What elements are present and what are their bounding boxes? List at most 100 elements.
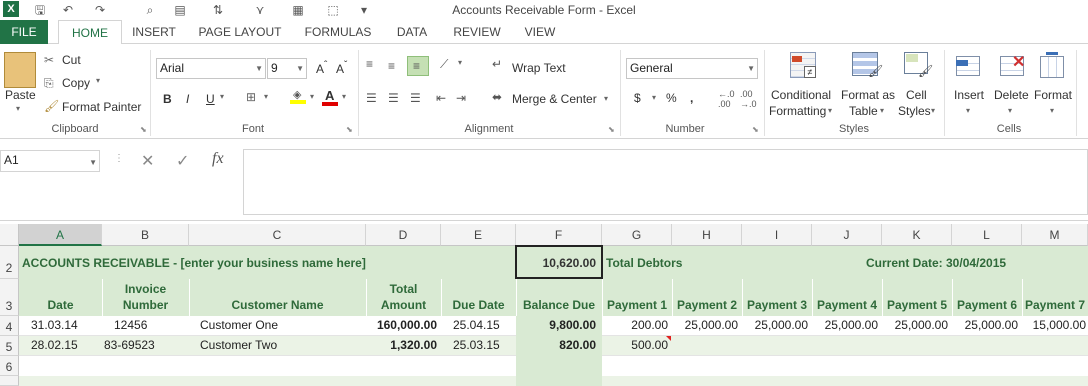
increase-font-icon[interactable]: Aˆ (316, 60, 327, 76)
borders-icon[interactable]: ⊞ (246, 90, 256, 104)
delete-button[interactable]: Delete (994, 88, 1029, 102)
column-header-f[interactable]: F (516, 224, 602, 246)
row1-total[interactable]: 160,000.00 (366, 318, 437, 332)
header-payment-5[interactable]: Payment 5 (882, 298, 952, 312)
column-header-h[interactable]: H (672, 224, 742, 246)
row1-date[interactable]: 31.03.14 (31, 318, 78, 332)
header-balance[interactable]: Balance Due (516, 298, 602, 312)
column-header-d[interactable]: D (366, 224, 441, 246)
row-header-4[interactable]: 4 (0, 316, 19, 336)
header-payment-4[interactable]: Payment 4 (812, 298, 882, 312)
row-header-6[interactable]: 6 (0, 356, 19, 376)
tab-data[interactable]: DATA (388, 20, 436, 44)
align-bottom-button[interactable]: ≡ (407, 56, 429, 76)
tab-formulas[interactable]: FORMULAS (298, 20, 378, 44)
comma-button[interactable]: , (690, 91, 693, 105)
borders-dropdown-icon[interactable]: ▾ (264, 92, 268, 101)
align-right-icon[interactable]: ☰ (410, 91, 421, 105)
column-header-m[interactable]: M (1022, 224, 1088, 246)
column-header-j[interactable]: J (812, 224, 882, 246)
format-as-table-button[interactable]: Format as (841, 88, 895, 102)
fmt-dropdown-icon[interactable]: ▾ (880, 106, 884, 115)
number-format-select[interactable]: General ▼ (626, 58, 758, 79)
row2-due[interactable]: 25.03.15 (453, 338, 500, 352)
clipboard-launcher-icon[interactable]: ⬊ (140, 125, 147, 134)
paste-button[interactable]: Paste (5, 88, 36, 102)
header-customer[interactable]: Customer Name (189, 298, 366, 312)
column-header-e[interactable]: E (441, 224, 516, 246)
merge-dropdown-icon[interactable]: ▾ (604, 94, 608, 103)
function-icon[interactable]: fx (212, 150, 224, 168)
font-color-icon[interactable]: A (322, 88, 338, 106)
row1-payment-6[interactable]: 25,000.00 (952, 318, 1018, 332)
tab-file[interactable]: FILE (0, 20, 48, 44)
italic-button[interactable]: I (186, 92, 189, 106)
merge-center-button[interactable]: Merge & Center (512, 92, 597, 106)
font-color-dropdown-icon[interactable]: ▾ (342, 92, 346, 101)
row1-payment-7[interactable]: 15,000.00 (1022, 318, 1086, 332)
wrap-text-button[interactable]: Wrap Text (512, 61, 566, 75)
cond-dropdown-icon[interactable]: ▾ (828, 106, 832, 115)
number-launcher-icon[interactable]: ⬊ (752, 125, 759, 134)
cut-button[interactable]: Cut (62, 53, 81, 67)
row1-invoice[interactable]: 12456 (114, 318, 147, 332)
row2-customer[interactable]: Customer Two (200, 338, 277, 352)
fill-color-dropdown-icon[interactable]: ▾ (310, 92, 314, 101)
sheet-title[interactable]: ACCOUNTS RECEIVABLE - [enter your busine… (22, 256, 366, 270)
cancel-icon[interactable]: ✕ (141, 151, 154, 171)
orientation-icon[interactable]: ⟋ (440, 57, 448, 72)
copy-dropdown-icon[interactable]: ▾ (96, 76, 100, 85)
insert-button[interactable]: Insert (954, 88, 984, 102)
tab-view[interactable]: VIEW (516, 20, 564, 44)
format-dropdown-icon[interactable]: ▾ (1050, 106, 1054, 115)
row1-customer[interactable]: Customer One (200, 318, 278, 332)
increase-indent-icon[interactable]: ⇥ (456, 91, 466, 105)
delete-dropdown-icon[interactable]: ▾ (1008, 106, 1012, 115)
header-payment-3[interactable]: Payment 3 (742, 298, 812, 312)
row-header-2[interactable]: 2 (0, 246, 19, 279)
currency-dropdown-icon[interactable]: ▾ (652, 93, 656, 102)
column-header-i[interactable]: I (742, 224, 812, 246)
column-header-a[interactable]: A (19, 224, 102, 246)
header-date[interactable]: Date (19, 298, 102, 312)
font-name-select[interactable]: Arial ▼ (156, 58, 266, 79)
row1-payment-3[interactable]: 25,000.00 (742, 318, 808, 332)
tab-review[interactable]: REVIEW (448, 20, 506, 44)
row1-payment-2[interactable]: 25,000.00 (672, 318, 738, 332)
column-header-g[interactable]: G (602, 224, 672, 246)
font-launcher-icon[interactable]: ⬊ (346, 125, 353, 134)
decrease-decimal-icon[interactable]: .00 →.0 (740, 89, 757, 109)
copy-button[interactable]: Copy (62, 76, 90, 90)
header-payment-1[interactable]: Payment 1 (602, 298, 672, 312)
align-left-icon[interactable]: ☰ (366, 91, 377, 105)
row-header-5[interactable]: 5 (0, 336, 19, 356)
alignment-launcher-icon[interactable]: ⬊ (608, 125, 615, 134)
row1-payment-1[interactable]: 200.00 (602, 318, 668, 332)
header-payment-7[interactable]: Payment 7 (1022, 298, 1088, 312)
column-header-l[interactable]: L (952, 224, 1022, 246)
cell-styles-button[interactable]: Cell (906, 88, 927, 102)
insert-dropdown-icon[interactable]: ▾ (966, 106, 970, 115)
currency-button[interactable]: $ (634, 91, 641, 105)
conditional-formatting-button[interactable]: Conditional (771, 88, 831, 102)
align-center-icon[interactable]: ☰ (388, 91, 399, 105)
row2-total[interactable]: 1,320.00 (366, 338, 437, 352)
header-payment-2[interactable]: Payment 2 (672, 298, 742, 312)
decrease-font-icon[interactable]: Aˇ (336, 60, 347, 76)
column-header-b[interactable]: B (102, 224, 189, 246)
column-header-c[interactable]: C (189, 224, 366, 246)
row1-balance[interactable]: 9,800.00 (516, 318, 596, 332)
row-header-3[interactable]: 3 (0, 279, 19, 316)
styles-dropdown-icon[interactable]: ▾ (931, 106, 935, 115)
header-invoice-line1[interactable]: Invoice (102, 282, 189, 296)
decrease-indent-icon[interactable]: ⇤ (436, 91, 446, 105)
row1-payment-5[interactable]: 25,000.00 (882, 318, 948, 332)
row2-invoice[interactable]: 83-69523 (104, 338, 155, 352)
comment-indicator-icon[interactable] (666, 336, 671, 341)
row1-due[interactable]: 25.04.15 (453, 318, 500, 332)
select-all-corner[interactable] (0, 224, 19, 246)
format-button[interactable]: Format (1034, 88, 1072, 102)
font-size-select[interactable]: 9 ▼ (267, 58, 307, 79)
header-total-line1[interactable]: Total (366, 282, 441, 296)
header-due-date[interactable]: Due Date (441, 298, 516, 312)
